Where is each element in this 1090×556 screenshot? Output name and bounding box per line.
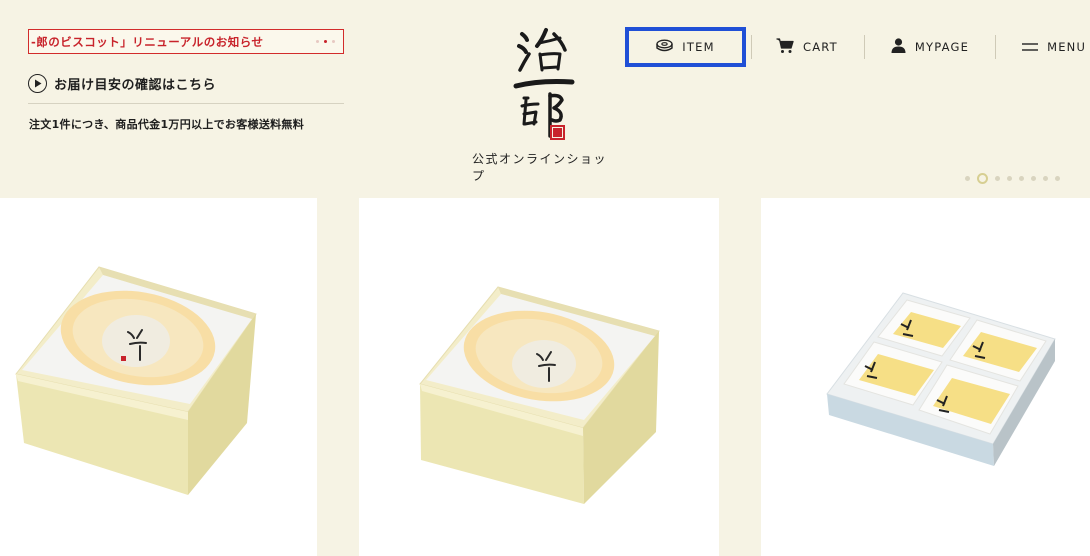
card-gutter [719, 198, 761, 556]
ticker-dot[interactable] [332, 40, 335, 43]
nav-cart-label: CART [803, 40, 838, 54]
site-header: -郎のビスコット」リニューアルのお知らせ お届け目安の確認はこちら 注文1件につ… [0, 0, 1090, 198]
free-shipping-note: 注文1件につき、商品代金1万円以上でお客様送料無料 [29, 118, 305, 131]
ticker-dot-active[interactable] [324, 40, 327, 43]
nav-cart-button[interactable]: CART [752, 22, 864, 72]
product-image-baumkuchen-medium [419, 286, 660, 504]
product-grid [0, 198, 1090, 556]
brand-logo[interactable]: 公式オンラインショップ [472, 24, 618, 183]
product-card[interactable] [359, 198, 719, 556]
product-image-cake-4-pack [826, 292, 1056, 466]
delivery-estimate-label: お届け目安の確認はこちら [54, 78, 217, 93]
carousel-dot[interactable] [1055, 176, 1060, 181]
product-card[interactable] [0, 198, 317, 556]
nav-item-label: ITEM [682, 40, 715, 54]
product-card[interactable] [761, 198, 1090, 556]
nav-mypage-button[interactable]: MYPAGE [865, 22, 995, 72]
news-ticker-dots [316, 40, 343, 43]
hamburger-icon [1022, 40, 1039, 54]
nav-menu-button[interactable]: MENU [996, 22, 1086, 72]
user-icon [891, 38, 906, 56]
nav-menu-label: MENU [1047, 40, 1087, 54]
logo-subtitle: 公式オンラインショップ [472, 152, 608, 183]
carousel-dot[interactable] [1019, 176, 1024, 181]
divider [28, 103, 344, 104]
delivery-estimate-link[interactable]: お届け目安の確認はこちら [28, 74, 216, 93]
news-ticker-text[interactable]: -郎のビスコット」リニューアルのお知らせ [29, 34, 316, 50]
carousel-dot[interactable] [1007, 176, 1012, 181]
ticker-dot[interactable] [316, 40, 319, 43]
carousel-dot[interactable] [1043, 176, 1048, 181]
play-circle-icon [28, 74, 47, 93]
carousel-dot[interactable] [995, 176, 1000, 181]
carousel-dot[interactable] [965, 176, 970, 181]
carousel-dot[interactable] [1031, 176, 1036, 181]
nav-mypage-label: MYPAGE [914, 40, 970, 54]
card-gutter [317, 198, 359, 556]
carousel-dots [965, 173, 1060, 184]
main-nav: ITEM CART MYPAGE MENU [620, 22, 1086, 72]
cart-icon [776, 37, 794, 57]
nav-item-button[interactable]: ITEM [620, 22, 751, 72]
carousel-dot-active[interactable] [977, 173, 988, 184]
baumkuchen-icon [656, 39, 673, 56]
product-image-baumkuchen-large [15, 266, 257, 495]
news-ticker[interactable]: -郎のビスコット」リニューアルのお知らせ [28, 29, 344, 54]
logo-calligraphy-icon [510, 24, 580, 140]
